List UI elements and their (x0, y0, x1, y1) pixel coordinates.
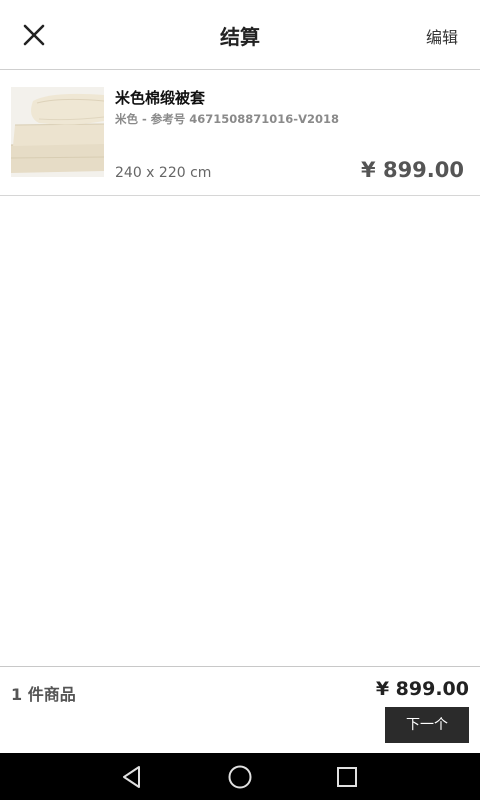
order-summary: 1 件商品 ¥ 899.00 下一个 (0, 666, 480, 753)
duvet-image-icon (11, 87, 104, 177)
edit-button[interactable]: 编辑 (426, 24, 458, 48)
product-name: 米色棉缎被套 (115, 89, 206, 107)
page-title: 结算 (220, 25, 260, 49)
nav-back-button[interactable] (119, 763, 147, 791)
product-reference: 米色 - 参考号 4671508871016-V2018 (115, 112, 339, 126)
back-triangle-icon (123, 766, 140, 788)
android-nav-bar (0, 753, 480, 800)
product-price: ¥ 899.00 (361, 158, 464, 182)
item-count: 1 件商品 (11, 685, 76, 704)
product-thumbnail[interactable] (11, 87, 104, 177)
nav-home-button[interactable] (226, 763, 254, 791)
checkout-screen: 结算 编辑 米色棉缎被套 米色 - 参考号 4671508871016-V201… (0, 0, 480, 800)
nav-recent-button[interactable] (333, 763, 361, 791)
header-bar: 结算 编辑 (0, 0, 480, 70)
cart-item[interactable]: 米色棉缎被套 米色 - 参考号 4671508871016-V2018 240 … (0, 70, 480, 196)
home-circle-icon (228, 765, 252, 789)
next-button[interactable]: 下一个 (385, 707, 469, 743)
recent-apps-square-icon (337, 767, 357, 787)
product-size: 240 x 220 cm (115, 165, 212, 181)
total-price: ¥ 899.00 (375, 678, 469, 700)
